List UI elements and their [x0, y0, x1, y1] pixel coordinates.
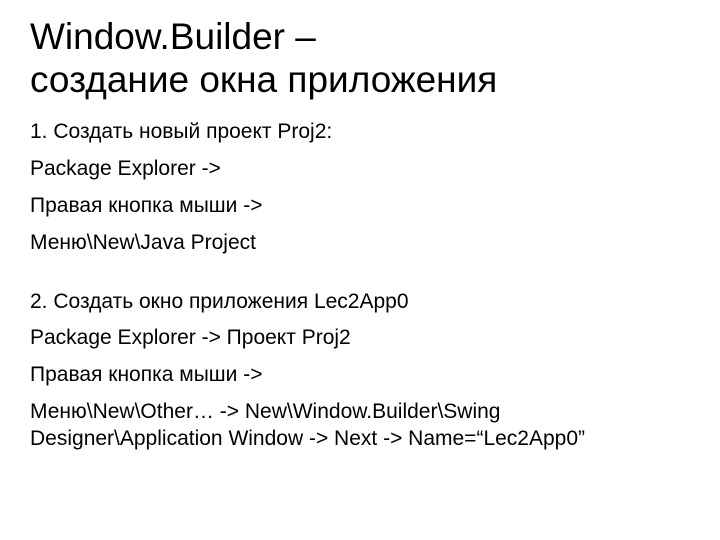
- slide-title: Window.Builder – создание окна приложени…: [30, 16, 690, 101]
- step-1-line-4: Меню\New\Java Project: [30, 230, 690, 257]
- slide-body: 1. Создать новый проект Proj2: Package E…: [30, 119, 690, 453]
- step-1-line-3: Правая кнопка мыши ->: [30, 193, 690, 220]
- title-line-1: Window.Builder –: [30, 16, 316, 57]
- step-2-heading: 2. Создать окно приложения Lec2App0: [30, 289, 690, 316]
- step-1-line-2: Package Explorer ->: [30, 156, 690, 183]
- step-1-heading: 1. Создать новый проект Proj2:: [30, 119, 690, 146]
- step-2-line-2: Package Explorer -> Проект Proj2: [30, 325, 690, 352]
- section-gap: [30, 267, 690, 289]
- title-line-2: создание окна приложения: [30, 59, 497, 100]
- step-2-line-4: Меню\New\Other… -> New\Window.Builder\Sw…: [30, 399, 690, 453]
- step-2-line-3: Правая кнопка мыши ->: [30, 362, 690, 389]
- slide: Window.Builder – создание окна приложени…: [0, 0, 720, 540]
